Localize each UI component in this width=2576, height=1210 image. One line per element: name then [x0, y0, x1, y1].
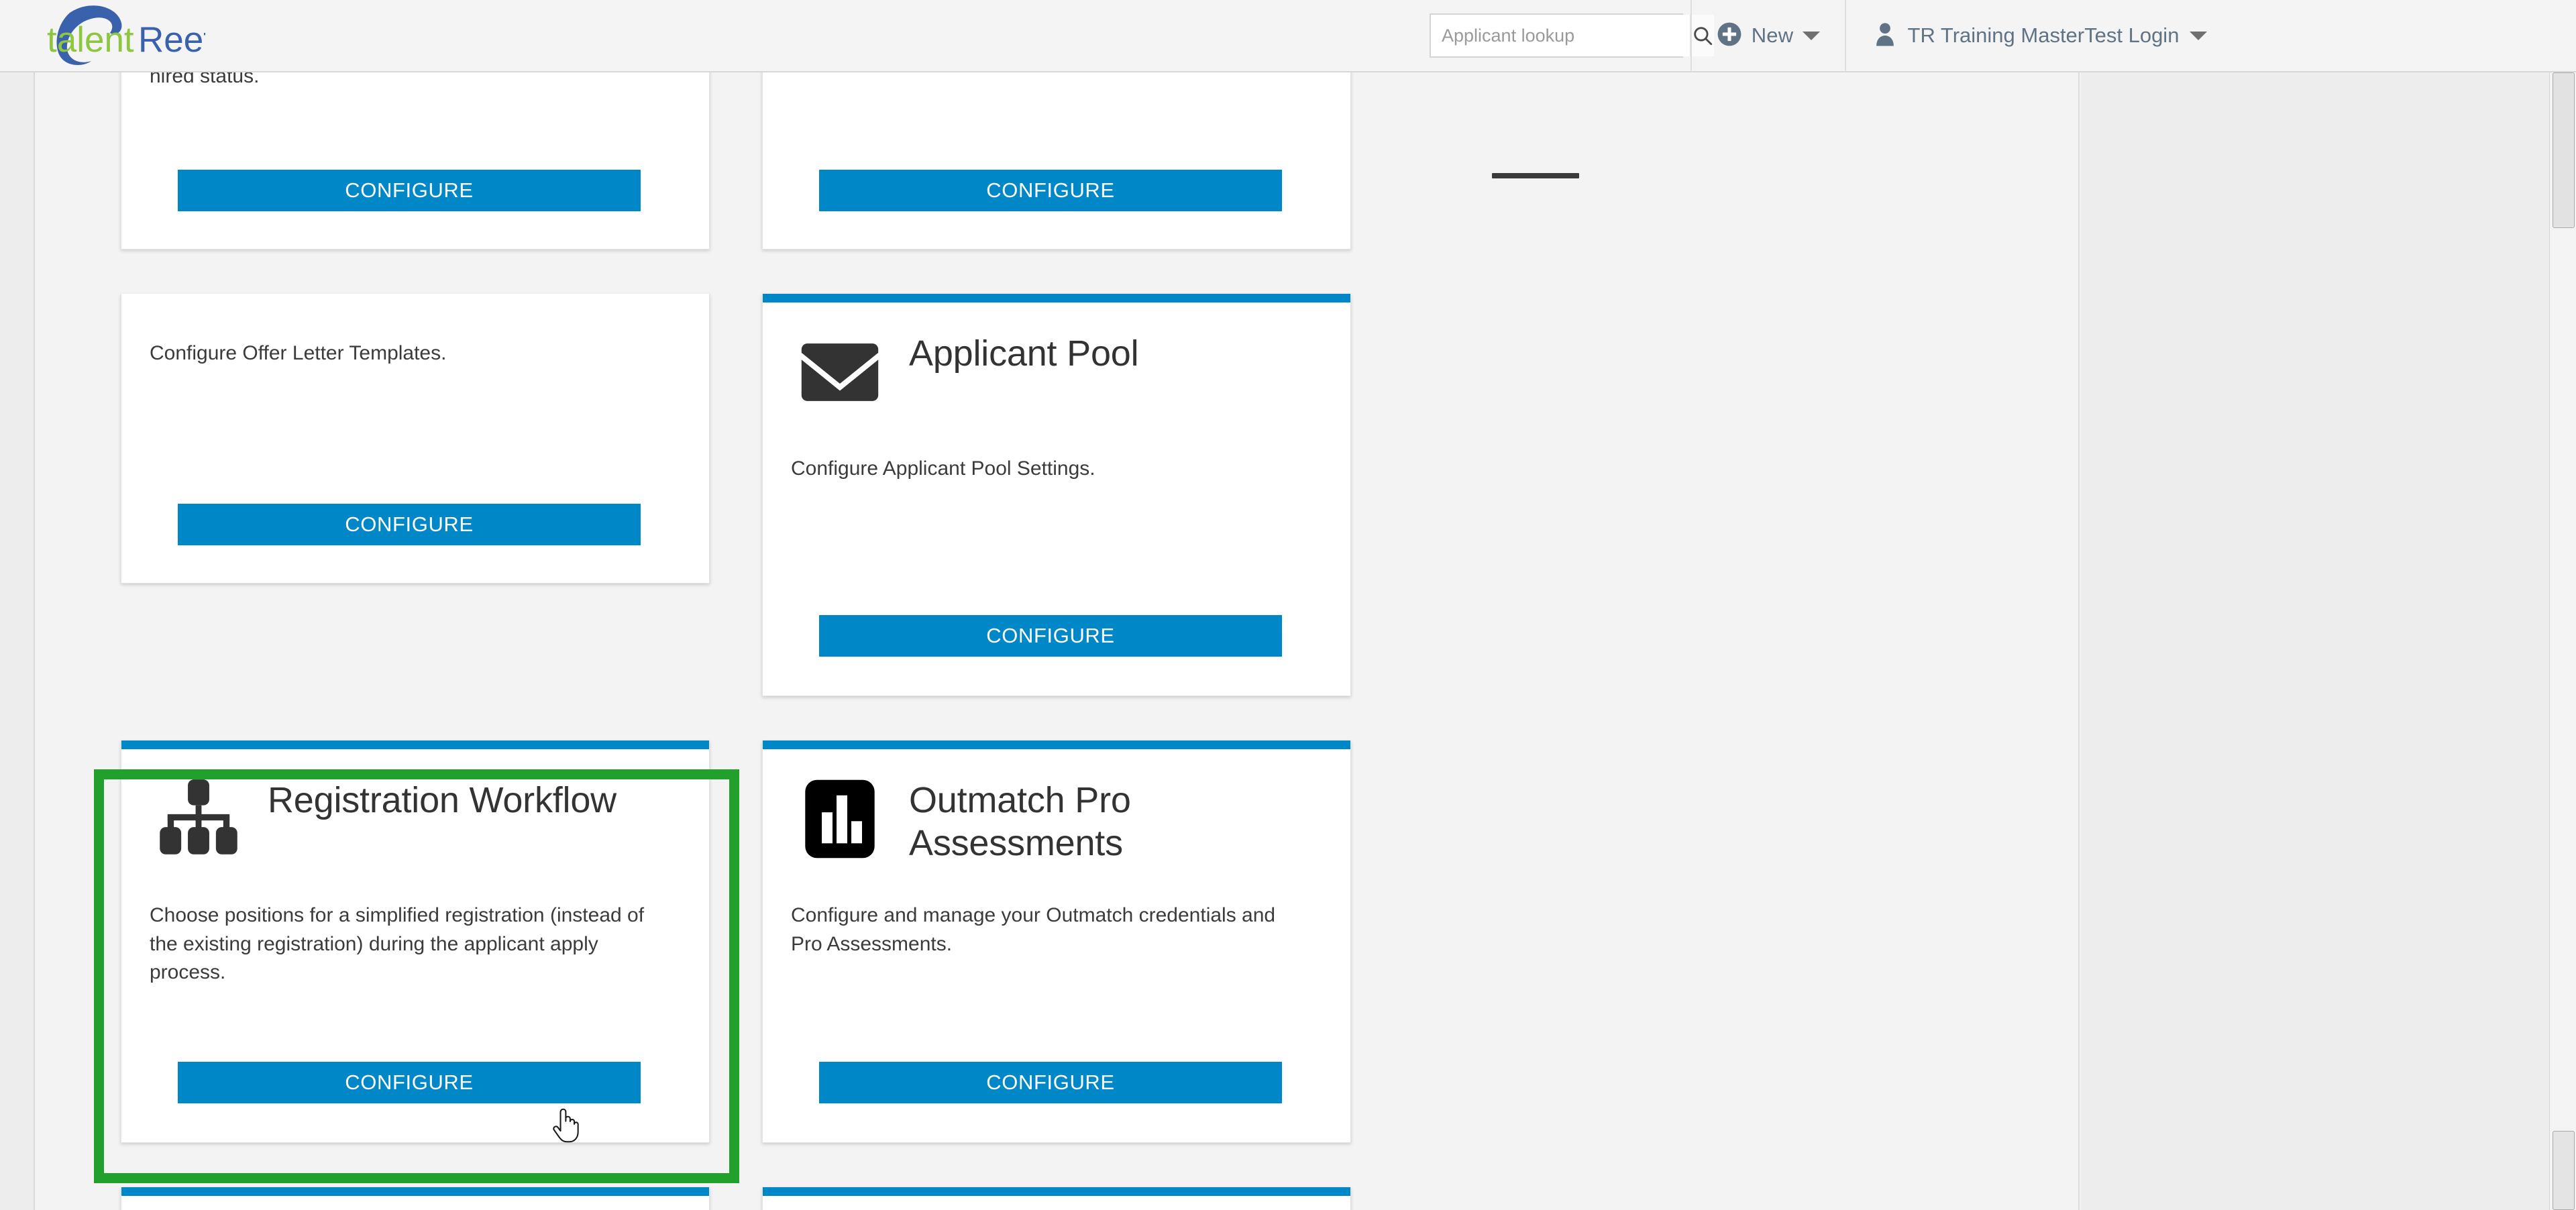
config-card-slot: Registration Workflow Choose positions fo…: [121, 740, 762, 1143]
config-card-slot: Configure Offer Letter Templates. CONFIGU…: [121, 294, 762, 696]
user-menu-label: TR Training MasterTest Login: [1907, 23, 2180, 47]
configure-button[interactable]: CONFIGURE: [819, 1062, 1282, 1103]
new-menu-label: New: [1751, 23, 1794, 47]
left-navigation-rail: [0, 72, 35, 1210]
search-box[interactable]: [1430, 13, 1714, 58]
config-card-slot: PositionsManage your positions here.CONF…: [121, 1187, 762, 1210]
config-card[interactable]: Select the steps in the application that…: [121, 72, 710, 250]
card-description: Choose positions for a simplified regist…: [150, 904, 645, 984]
card-header: Applicant Pool: [791, 323, 1310, 448]
config-card-slot: Configure features related to the variou…: [762, 72, 1403, 250]
envelope-icon: [791, 323, 889, 421]
config-card-slot: Select the steps in the application that…: [121, 72, 762, 250]
configure-button[interactable]: CONFIGURE: [178, 170, 641, 211]
vertical-scrollbar[interactable]: [2549, 72, 2576, 1210]
config-card[interactable]: Applicant Pool Configure Applicant Pool S…: [762, 294, 1351, 696]
config-card[interactable]: Outmatch Pro Assessments Configure and ma…: [762, 740, 1351, 1143]
search-input[interactable]: [1431, 15, 1690, 56]
bar-chart-icon: [791, 770, 889, 868]
config-card-slot: Outmatch Pro Assessments Configure and ma…: [762, 740, 1403, 1143]
configuration-panel: Select the steps in the application that…: [36, 72, 2080, 1210]
config-card[interactable]: Registration Workflow Choose positions fo…: [121, 740, 710, 1143]
config-card[interactable]: PositionsManage your positions here.CONF…: [121, 1187, 710, 1210]
card-description: Configure and manage your Outmatch crede…: [791, 904, 1276, 955]
plus-circle-icon: [1717, 21, 1742, 50]
scrollbar-thumb[interactable]: [2553, 72, 2575, 228]
card-title: Outmatch Pro Assessments: [909, 780, 1131, 863]
applicant-lookup-container: [1422, 0, 1714, 72]
chevron-down-icon: [2190, 31, 2208, 40]
svg-text:Reef: Reef: [138, 20, 205, 60]
config-card-slot: Applicant Pool Configure Applicant Pool S…: [762, 294, 1403, 696]
config-card[interactable]: Configure Offer Letter Templates. CONFIGU…: [121, 294, 710, 584]
header-left-region: talent Reef: [0, 0, 1422, 71]
configure-button[interactable]: CONFIGURE: [178, 1062, 641, 1103]
config-card[interactable]: Sponsored Jobs AdministrationSponsored J…: [762, 1187, 1351, 1210]
card-description: Configure Offer Letter Templates.: [150, 342, 447, 364]
application-window: talent Reef: [0, 0, 2576, 1210]
card-title: Applicant Pool: [909, 333, 1139, 374]
configure-button[interactable]: CONFIGURE: [819, 170, 1282, 211]
chevron-down-icon: [1803, 31, 1821, 40]
configure-button[interactable]: CONFIGURE: [819, 615, 1282, 657]
scrollbar-bottom-track[interactable]: [2553, 1131, 2575, 1210]
card-description: Configure Applicant Pool Settings.: [791, 457, 1095, 480]
configuration-card-grid: Select the steps in the application that…: [121, 72, 2019, 1210]
card-description: Select the steps in the application that…: [150, 72, 260, 88]
sitemap-icon: [150, 770, 248, 868]
config-card-slot: Sponsored Jobs AdministrationSponsored J…: [762, 1187, 1403, 1210]
user-icon: [1873, 21, 1897, 50]
card-header: Registration Workflow: [150, 770, 669, 895]
config-card[interactable]: Configure features related to the variou…: [762, 72, 1351, 250]
svg-text:talent: talent: [47, 20, 134, 60]
new-menu-button[interactable]: New: [1690, 0, 1845, 72]
configure-button[interactable]: CONFIGURE: [178, 504, 641, 545]
talentreef-logo[interactable]: talent Reef: [38, 3, 205, 68]
top-header-bar: talent Reef: [0, 0, 2576, 72]
card-header: Outmatch Pro Assessments: [791, 770, 1310, 895]
content-right-gutter: [2081, 72, 2549, 1210]
card-title: Registration Workflow: [268, 780, 616, 820]
user-menu-button[interactable]: TR Training MasterTest Login: [1845, 0, 2234, 72]
main-content-area: Select the steps in the application that…: [36, 72, 2549, 1210]
header-right-region: New TR Training MasterTest Login: [1422, 0, 2576, 72]
